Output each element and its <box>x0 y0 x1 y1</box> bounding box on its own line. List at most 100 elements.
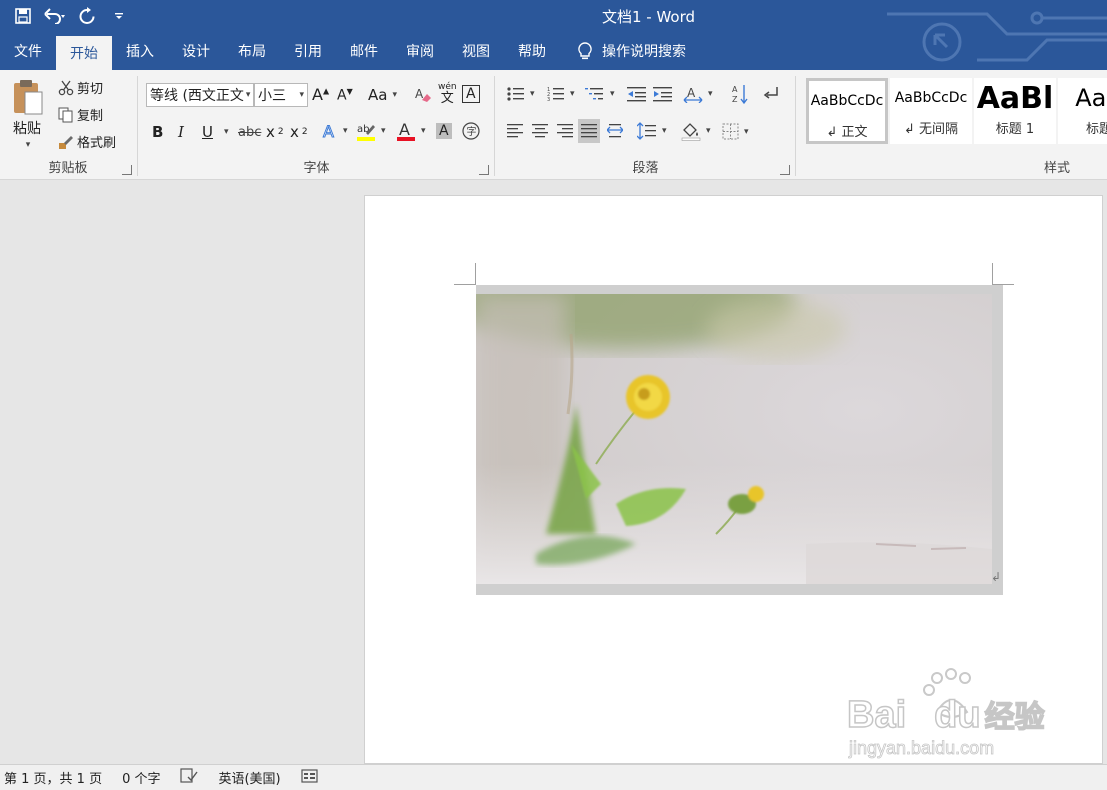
style-sample: AaBl <box>976 80 1054 116</box>
phonetic-guide-button[interactable]: wén 文 <box>438 82 457 105</box>
status-bar: 第 1 页，共 1 页 0 个字 英语(美国) <box>0 764 1107 790</box>
word-count[interactable]: 0 个字 <box>122 768 160 787</box>
character-border-button[interactable]: A <box>462 85 480 103</box>
watermark-url: jingyan.baidu.com <box>849 738 995 759</box>
proofing-button[interactable] <box>180 767 199 788</box>
font-group-label: 字体 <box>303 161 330 176</box>
highlight-button[interactable]: ab ▾ <box>356 120 386 142</box>
cut-label: 剪切 <box>77 82 104 97</box>
font-size-dropdown-icon[interactable]: ▾ <box>299 90 304 100</box>
increase-indent-button[interactable] <box>653 86 673 102</box>
tab-view[interactable]: 视图 <box>448 32 504 70</box>
italic-label: I <box>178 123 184 141</box>
bullets-button[interactable]: ▾ <box>507 86 535 102</box>
accessibility-button[interactable] <box>301 768 319 788</box>
style-item-normal[interactable]: AaBbCcDc ↲ 正文 <box>806 78 888 144</box>
page-count[interactable]: 第 1 页，共 1 页 <box>4 768 102 787</box>
language-indicator[interactable]: 英语(美国) <box>218 768 280 787</box>
change-case-label: Aa <box>368 86 388 104</box>
paragraph-group: ▾ 1 2 3 ▾ ▾ A ▾ A Z ▾ ▾ ▾ 段落 <box>497 70 794 179</box>
show-marks-button[interactable] <box>763 86 781 102</box>
tell-me-search[interactable]: 操作说明搜索 <box>578 32 686 70</box>
sort-button[interactable]: A Z <box>731 83 749 105</box>
align-center-button[interactable] <box>532 123 548 139</box>
subscript-button[interactable]: x2 <box>266 123 284 141</box>
format-painter-button[interactable]: 格式刷 <box>58 132 116 151</box>
shading-button[interactable]: ▾ <box>681 121 711 141</box>
tab-references[interactable]: 引用 <box>280 32 336 70</box>
text-effects-button[interactable]: A ▾ <box>322 122 348 140</box>
styles-group: AaBbCcDc ↲ 正文 AaBbCcDc ↲ 无间隔 AaBl 标题 1 A… <box>800 70 1107 179</box>
font-color-button[interactable]: A ▾ <box>396 120 426 142</box>
superscript-label: x <box>290 123 299 141</box>
font-name-dropdown-icon[interactable]: ▾ <box>246 90 251 100</box>
decrease-indent-button[interactable] <box>627 86 647 102</box>
tab-mailings[interactable]: 邮件 <box>336 32 392 70</box>
svg-text:A: A <box>399 120 410 139</box>
accessibility-icon <box>301 768 318 783</box>
svg-text:A: A <box>415 87 424 101</box>
font-dialog-launcher[interactable] <box>479 165 489 175</box>
font-group: 等线 (西文正文 ▾ 小三 ▾ A▲ A▼ Aa ▾ A wén 文 A B I… <box>140 70 493 179</box>
tab-help[interactable]: 帮助 <box>504 32 560 70</box>
copy-button[interactable]: 复制 <box>58 105 103 124</box>
style-item-heading-1[interactable]: AaBl 标题 1 <box>974 78 1056 144</box>
borders-button[interactable]: ▾ <box>722 123 749 140</box>
underline-dropdown-icon[interactable]: ▾ <box>224 127 229 137</box>
style-name: ↲ 无间隔 <box>903 122 959 137</box>
paste-dropdown-icon[interactable]: ▾ <box>26 140 31 150</box>
dandelion-photo[interactable] <box>476 294 992 584</box>
character-shading-button[interactable]: A <box>436 123 452 139</box>
increase-indent-icon <box>653 87 672 102</box>
align-left-button[interactable] <box>507 123 523 139</box>
paragraph-mark: ↲ <box>991 570 1002 584</box>
underline-label: U <box>202 123 213 141</box>
style-item-no-spacing[interactable]: AaBbCcDc ↲ 无间隔 <box>890 78 972 144</box>
tab-review[interactable]: 审阅 <box>392 32 448 70</box>
shrink-font-button[interactable]: A▼ <box>337 87 353 104</box>
multilevel-list-dropdown-icon: ▾ <box>610 89 615 99</box>
styles-group-label: 样式 <box>1043 161 1070 176</box>
multilevel-list-button[interactable]: ▾ <box>585 86 615 102</box>
character-shading-icon: A <box>436 123 452 139</box>
align-right-button[interactable] <box>557 123 573 139</box>
tab-layout[interactable]: 布局 <box>224 32 280 70</box>
numbering-button[interactable]: 1 2 3 ▾ <box>547 86 575 102</box>
character-border-icon: A <box>462 85 480 103</box>
subscript-label: x <box>266 123 275 141</box>
clear-formatting-button[interactable]: A <box>414 86 432 104</box>
bold-button[interactable]: B <box>152 123 163 141</box>
strikethrough-button[interactable]: abc <box>238 125 261 140</box>
italic-button[interactable]: I <box>178 123 184 141</box>
tab-home[interactable]: 开始 <box>56 36 112 70</box>
proofing-icon <box>180 767 199 783</box>
dandelion-photo-graphic <box>476 294 992 584</box>
grow-font-button[interactable]: A▲ <box>312 85 329 104</box>
distributed-button[interactable] <box>607 123 623 139</box>
borders-icon <box>722 123 739 140</box>
cut-button[interactable]: 剪切 <box>58 78 103 97</box>
paste-button[interactable]: 粘贴 ▾ <box>10 78 44 150</box>
tab-insert[interactable]: 插入 <box>112 32 168 70</box>
clipboard-dialog-launcher[interactable] <box>122 165 132 175</box>
pilcrow-return-icon <box>763 87 778 99</box>
paragraph-dialog-launcher[interactable] <box>780 165 790 175</box>
tab-file[interactable]: 文件 <box>0 32 56 70</box>
font-size-box[interactable]: 小三 ▾ <box>254 83 308 107</box>
bullets-icon <box>507 87 524 101</box>
justify-button[interactable] <box>578 119 600 143</box>
change-case-button[interactable]: Aa ▾ <box>368 86 397 104</box>
text-effects-dropdown-icon: ▾ <box>343 126 348 136</box>
font-name-box[interactable]: 等线 (西文正文 ▾ <box>146 83 254 107</box>
clipboard-group: 粘贴 ▾ 剪切 复制 格式刷 剪贴板 <box>0 70 136 179</box>
font-name-value: 等线 (西文正文 <box>150 88 244 104</box>
enclose-characters-button[interactable]: 字 <box>462 122 480 140</box>
line-spacing-button[interactable]: ▾ <box>637 122 667 140</box>
text-direction-button[interactable]: A ▾ <box>683 85 713 103</box>
crop-mark <box>992 263 993 285</box>
tab-design[interactable]: 设计 <box>168 32 224 70</box>
underline-button[interactable]: U ▾ <box>202 123 229 141</box>
text-effects-icon: A <box>323 122 335 140</box>
style-item-title[interactable]: AaB 标题 <box>1058 78 1107 144</box>
superscript-button[interactable]: x2 <box>290 123 308 141</box>
